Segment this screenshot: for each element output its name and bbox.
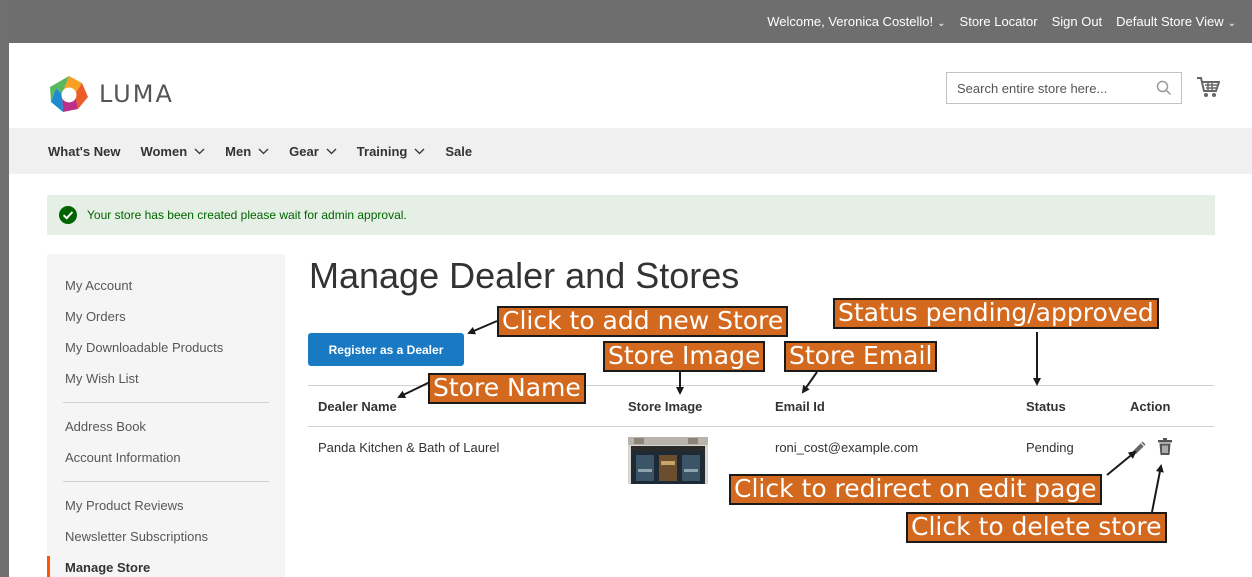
- dealer-name-cell: Panda Kitchen & Bath of Laurel: [318, 440, 500, 455]
- store-view-label: Default Store View: [1116, 14, 1224, 29]
- annotation-add-store: Click to add new Store: [497, 306, 789, 337]
- arrow-to-register-button: [467, 320, 498, 335]
- sidebar-item-my-orders[interactable]: My Orders: [47, 301, 285, 332]
- sidebar-item-account-information[interactable]: Account Information: [47, 442, 285, 473]
- welcome-text: Welcome, Veronica Costello!: [767, 14, 934, 29]
- welcome-menu[interactable]: Welcome, Veronica Costello! ⌄: [767, 14, 945, 29]
- register-dealer-button[interactable]: Register as a Dealer: [308, 333, 464, 366]
- nav-label: Women: [140, 143, 188, 159]
- viewport: Welcome, Veronica Costello! ⌄ Store Locat…: [0, 0, 1252, 577]
- email-cell: roni_cost@example.com: [775, 440, 919, 455]
- status-cell: Pending: [1026, 440, 1074, 455]
- search-box: [946, 72, 1182, 104]
- annotation-edit: Click to redirect on edit page: [729, 474, 1102, 505]
- chevron-down-icon: [258, 148, 269, 154]
- success-message: Your store has been created please wait …: [47, 195, 1215, 235]
- chevron-down-icon: [194, 148, 205, 154]
- nav-item-training[interactable]: Training: [357, 144, 426, 159]
- store-locator-link[interactable]: Store Locator: [960, 14, 1038, 29]
- sidebar-item-manage-store: Manage Store: [47, 552, 285, 577]
- pencil-icon[interactable]: [1131, 440, 1147, 456]
- sign-out-link[interactable]: Sign Out: [1052, 14, 1103, 29]
- search-input[interactable]: [947, 73, 1147, 103]
- logo[interactable]: LUMA: [49, 75, 174, 113]
- nav-item-men[interactable]: Men: [225, 144, 269, 159]
- top-panel: Welcome, Veronica Costello! ⌄ Store Locat…: [9, 0, 1252, 43]
- sidebar-item-product-reviews[interactable]: My Product Reviews: [47, 490, 285, 521]
- column-header-email: Email Id: [775, 399, 825, 414]
- annotation-store-image: Store Image: [603, 341, 766, 372]
- chevron-down-icon: [414, 148, 425, 154]
- nav-label: Gear: [289, 143, 319, 159]
- success-message-text: Your store has been created please wait …: [87, 208, 407, 222]
- nav-item-gear[interactable]: Gear: [289, 144, 337, 159]
- sidebar-item-newsletter[interactable]: Newsletter Subscriptions: [47, 521, 285, 552]
- chevron-down-icon: ⌄: [1227, 18, 1236, 29]
- store-image-thumbnail: [628, 437, 708, 484]
- column-header-status: Status: [1026, 399, 1066, 414]
- sidebar-item-my-account[interactable]: My Account: [47, 270, 285, 301]
- nav-item-whats-new[interactable]: What's New: [48, 144, 120, 159]
- annotation-delete: Click to delete store: [906, 512, 1167, 543]
- nav-label: Sale: [445, 143, 473, 159]
- column-header-action: Action: [1130, 399, 1171, 414]
- top-links: Welcome, Veronica Costello! ⌄ Store Locat…: [767, 0, 1236, 43]
- page-title: Manage Dealer and Stores: [309, 255, 740, 296]
- header: LUMA: [9, 43, 1252, 128]
- brand-name: LUMA: [99, 80, 174, 108]
- sidebar-divider: [63, 481, 269, 482]
- sidebar-item-downloadable-products[interactable]: My Downloadable Products: [47, 332, 285, 363]
- left-gutter: [0, 0, 9, 577]
- search-icon[interactable]: [1156, 80, 1172, 96]
- nav-label: What's New: [48, 143, 121, 159]
- nav-item-sale[interactable]: Sale: [445, 144, 472, 159]
- store-view-switcher[interactable]: Default Store View ⌄: [1116, 14, 1236, 29]
- cart-icon[interactable]: [1196, 75, 1220, 99]
- chevron-down-icon: ⌄: [937, 18, 946, 29]
- column-header-dealer-name: Dealer Name: [318, 399, 397, 414]
- column-header-store-image: Store Image: [628, 399, 703, 414]
- sidebar-item-wish-list[interactable]: My Wish List: [47, 363, 285, 394]
- luma-logo-icon: [50, 76, 88, 112]
- sidebar-divider: [63, 402, 269, 403]
- nav-item-women[interactable]: Women: [140, 144, 205, 159]
- annotation-store-email: Store Email: [784, 341, 938, 372]
- account-sidebar: My Account My Orders My Downloadable Pro…: [47, 254, 285, 577]
- annotation-status: Status pending/approved: [833, 298, 1159, 329]
- main-nav: What's New Women Men Gear Training Sale: [9, 128, 1252, 174]
- page: Welcome, Veronica Costello! ⌄ Store Locat…: [9, 0, 1252, 577]
- nav-label: Training: [356, 143, 408, 159]
- check-circle-icon: [59, 206, 77, 224]
- chevron-down-icon: [326, 148, 337, 154]
- trash-icon[interactable]: [1158, 438, 1172, 455]
- annotation-store-name: Store Name: [428, 373, 586, 404]
- nav-label: Men: [225, 143, 252, 159]
- sidebar-item-address-book[interactable]: Address Book: [47, 411, 285, 442]
